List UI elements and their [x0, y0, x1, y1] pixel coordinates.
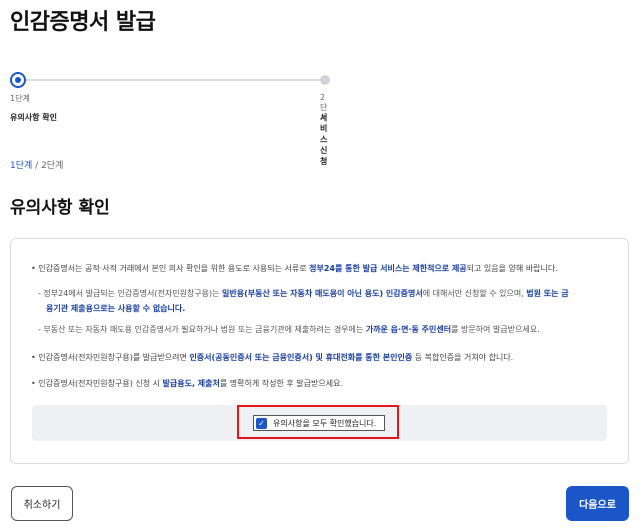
next-button[interactable]: 다음으로: [566, 486, 629, 521]
notice-1: • 인감증명서는 공적·사적 거래에서 본인 의사 확인을 위한 용도로 사용되…: [31, 263, 558, 274]
stepper-track: [16, 79, 325, 81]
breadcrumb: 1단계 / 2단계: [10, 158, 63, 171]
step-1-number: 1단계: [10, 94, 30, 103]
breadcrumb-separator: /: [32, 161, 42, 171]
notice-1-text: • 인감증명서는 공적·사적 거래에서 본인 의사 확인을 위한 용도로 사용되…: [31, 264, 310, 273]
notice-5-highlight: 발급용도, 제출처: [162, 379, 220, 388]
breadcrumb-current: 1단계: [10, 161, 33, 171]
notice-4-highlight: 인증서(공동인증서 또는 금융인증서) 및 휴대전화를 통한 본인인증: [189, 353, 413, 362]
notice-2-highlight-3: 융기관 제출용으로는 사용할 수 없습니다.: [46, 304, 186, 313]
notice-3-tail: 를 방문하여 발급받으세요.: [451, 325, 540, 334]
notice-2-mid: 에 대해서만 신청할 수 있으며,: [422, 289, 527, 298]
notice-2-highlight: 일반용(부동산 또는 자동차 매도용이 아닌 용도) 인감증명서: [222, 289, 423, 298]
cancel-button[interactable]: 취소하기: [11, 486, 73, 521]
notice-4-text: • 인감증명서(전자민원창구용)를 발급받으려면: [31, 353, 190, 362]
notice-5-tail: 를 명확하게 작성한 후 발급받으세요.: [219, 379, 344, 388]
breadcrumb-total: 2단계: [41, 161, 64, 171]
notice-4-tail: 등 복합인증을 거쳐야 합니다.: [412, 353, 514, 362]
notice-3-text: - 부동산 또는 자동차 매도용 인감증명서가 필요하거나 법원 또는 금융기관…: [38, 325, 366, 334]
notice-5: • 인감증명서(전자민원창구용) 신청 시 발급용도, 제출처를 명확하게 작성…: [31, 378, 343, 389]
step-1-indicator: [10, 72, 26, 88]
confirm-checkbox-label[interactable]: 유의사항을 모두 확인했습니다.: [273, 418, 376, 429]
notice-2-highlight-2: 법원 또는 금: [526, 289, 569, 298]
notice-2-text: - 정부24에서 발급되는 인감증명서(전자민원창구용)는: [38, 289, 223, 298]
step-1-name: 유의사항 확인: [10, 113, 57, 122]
step-2-indicator: [320, 75, 330, 85]
notice-3-highlight: 가까운 읍·면·동 주민센터: [365, 325, 452, 334]
checkmark-icon[interactable]: ✓: [256, 417, 267, 429]
progress-stepper: 1단계 유의사항 확인 2단계 서비스 신청: [10, 72, 330, 166]
section-title: 유의사항 확인: [10, 198, 110, 218]
notice-1-highlight: 정부24를 통한 발급 서비스는 제한적으로 제공: [309, 264, 467, 273]
confirm-checkbox[interactable]: ✓ 유의사항을 모두 확인했습니다.: [253, 415, 385, 431]
notice-4: • 인감증명서(전자민원창구용)를 발급받으려면 인증서(공동인증서 또는 금융…: [31, 352, 513, 363]
notice-2: - 정부24에서 발급되는 인감증명서(전자민원창구용)는 일반용(부동산 또는…: [38, 288, 569, 299]
notice-3: - 부동산 또는 자동차 매도용 인감증명서가 필요하거나 법원 또는 금융기관…: [38, 324, 540, 335]
notice-2-continued: 융기관 제출용으로는 사용할 수 없습니다.: [46, 303, 185, 314]
page-title: 인감증명서 발급: [10, 10, 156, 35]
step-2-name: 서비스 신청: [320, 113, 328, 166]
notice-1-tail: 되고 있음을 양해 바랍니다.: [466, 264, 558, 273]
notice-5-text: • 인감증명서(전자민원창구용) 신청 시: [31, 379, 163, 388]
